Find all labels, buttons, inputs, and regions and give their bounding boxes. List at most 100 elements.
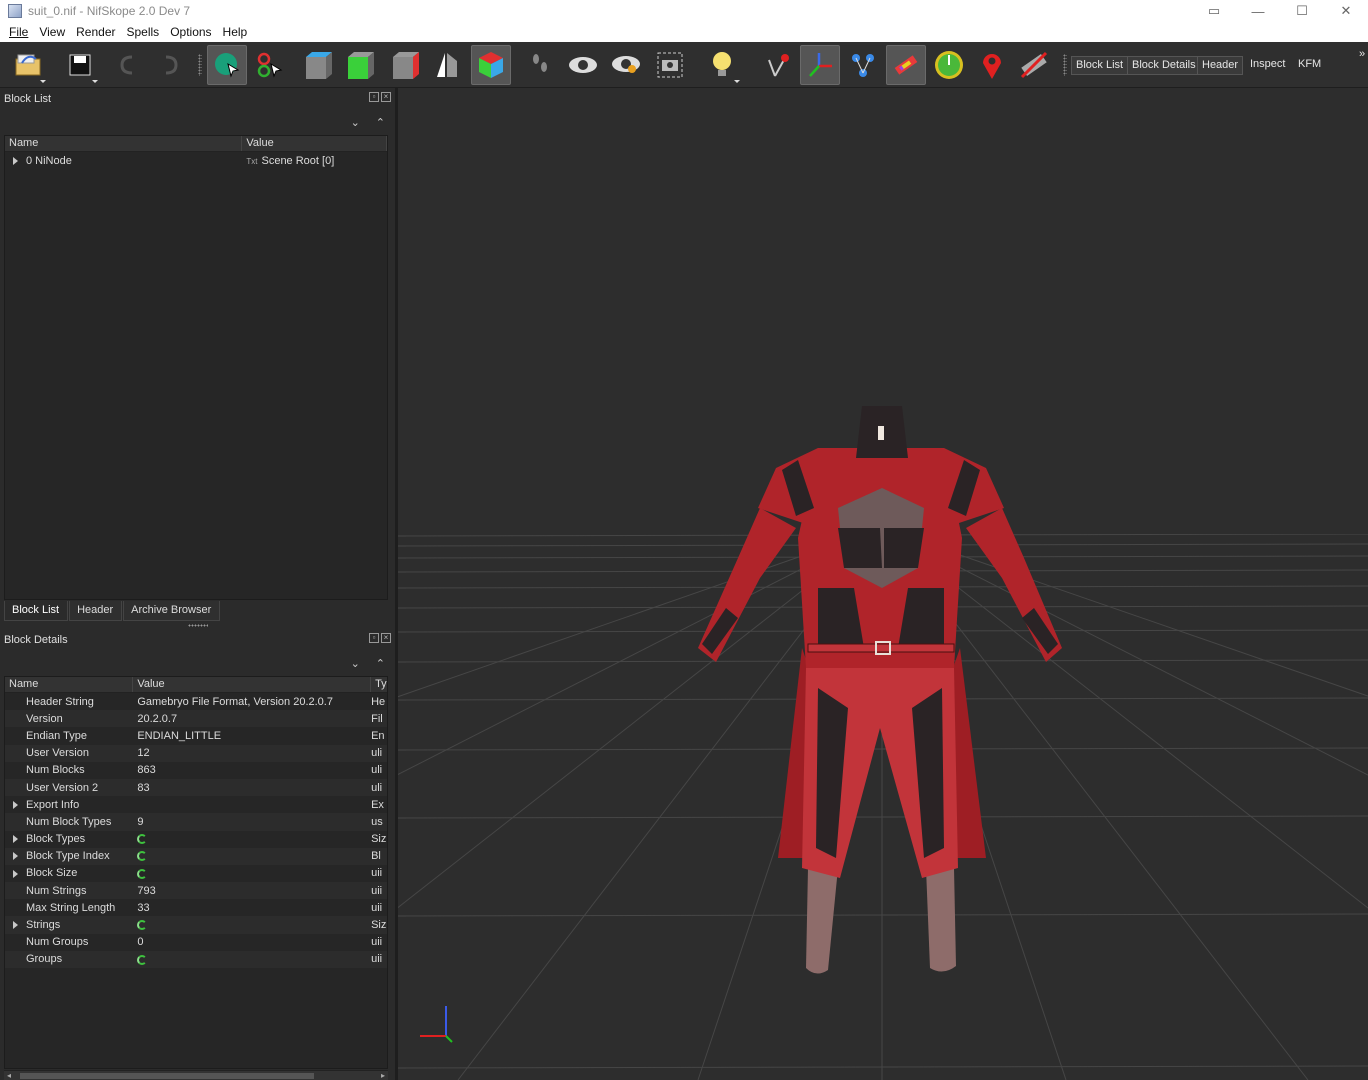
toolbar-grip-2[interactable]: [1063, 54, 1067, 76]
column-type[interactable]: Ty: [371, 677, 387, 692]
field-value[interactable]: 0: [137, 936, 143, 948]
table-row[interactable]: Endian Type ENDIAN_LITTLE En: [5, 727, 387, 745]
horizontal-scrollbar[interactable]: ◂ ▸: [4, 1070, 388, 1080]
visibility-icon[interactable]: [563, 45, 603, 85]
toolbar-inspect-button[interactable]: Inspect: [1246, 56, 1289, 75]
axes-pin-icon[interactable]: [758, 45, 798, 85]
table-row[interactable]: Max String Length 33 uii: [5, 899, 387, 917]
view-side-icon[interactable]: [385, 45, 425, 85]
expand-arrow-icon[interactable]: [13, 835, 18, 844]
column-name[interactable]: Name: [5, 136, 243, 151]
refresh-icon[interactable]: [137, 920, 148, 931]
expand-arrow-icon[interactable]: [13, 800, 18, 809]
field-value[interactable]: 83: [137, 782, 149, 794]
save-icon[interactable]: [60, 45, 100, 85]
table-row[interactable]: Strings Siz: [5, 916, 387, 934]
close-icon[interactable]: ×: [381, 633, 391, 643]
table-row[interactable]: User Version 2 83 uli: [5, 778, 387, 797]
toolbar-kfm-button[interactable]: KFM: [1294, 56, 1325, 75]
table-row[interactable]: Version 20.2.0.7 Fil: [5, 710, 387, 728]
menu-file[interactable]: File: [4, 25, 34, 39]
table-row[interactable]: Num Blocks 863 uli: [5, 761, 387, 779]
column-name[interactable]: Name: [5, 677, 134, 692]
view-flip-icon[interactable]: [427, 45, 467, 85]
field-value[interactable]: 20.2.0.7: [137, 713, 177, 725]
table-row[interactable]: Num Strings 793 uii: [5, 882, 387, 900]
field-value[interactable]: 12: [137, 747, 149, 759]
table-row[interactable]: Header String Gamebryo File Format, Versi…: [5, 693, 387, 711]
dock-resize-grip[interactable]: [188, 624, 208, 627]
collapse-all-icon[interactable]: ⌄: [351, 116, 360, 129]
expand-arrow-icon[interactable]: [13, 921, 18, 930]
tab-block-list[interactable]: Block List: [4, 601, 69, 621]
maximize-button[interactable]: ☐: [1280, 0, 1324, 22]
compass-icon[interactable]: [929, 45, 969, 85]
menu-view[interactable]: View: [34, 25, 71, 39]
minimize-button[interactable]: —: [1236, 0, 1280, 22]
menu-options[interactable]: Options: [165, 25, 217, 39]
open-icon[interactable]: [8, 45, 48, 85]
field-value[interactable]: 793: [137, 885, 155, 897]
menu-render[interactable]: Render: [71, 25, 121, 39]
light-icon[interactable]: [702, 45, 742, 85]
scroll-left-icon[interactable]: ◂: [7, 1071, 11, 1080]
axes-icon[interactable]: [800, 45, 840, 85]
tab-header[interactable]: Header: [69, 601, 123, 621]
refresh-icon[interactable]: [137, 868, 148, 879]
toolbar-overflow-icon[interactable]: »: [1355, 46, 1368, 65]
column-value[interactable]: Value: [133, 677, 372, 692]
restore-layout-icon[interactable]: ▭: [1192, 0, 1236, 22]
toolbar-header-button[interactable]: Header: [1197, 56, 1244, 75]
column-value[interactable]: Value: [242, 136, 387, 151]
float-icon[interactable]: ▫: [369, 633, 379, 643]
skeleton-icon[interactable]: [886, 45, 926, 85]
screenshot-icon[interactable]: [650, 45, 690, 85]
field-value[interactable]: 9: [137, 816, 143, 828]
expand-all-icon[interactable]: ⌃: [376, 657, 385, 670]
table-row[interactable]: Export Info Ex: [5, 796, 387, 814]
table-row[interactable]: Num Groups 0 uii: [5, 933, 387, 951]
table-row[interactable]: Block Size uii: [5, 864, 387, 883]
collapse-all-icon[interactable]: ⌄: [351, 657, 360, 670]
table-row[interactable]: Block Type Index Bl: [5, 847, 387, 865]
3d-viewport[interactable]: [398, 88, 1368, 1080]
walk-icon[interactable]: [520, 45, 560, 85]
disable-icon[interactable]: [1014, 45, 1054, 85]
table-row[interactable]: Num Block Types 9 us: [5, 813, 387, 831]
close-icon[interactable]: ×: [381, 92, 391, 102]
table-row[interactable]: User Version 12 uli: [5, 744, 387, 762]
hide-icon[interactable]: [606, 45, 646, 85]
refresh-icon[interactable]: [137, 954, 148, 965]
table-row[interactable]: Groups uii: [5, 950, 387, 968]
field-value[interactable]: Gamebryo File Format, Version 20.2.0.7: [137, 696, 333, 708]
expand-arrow-icon[interactable]: [13, 869, 18, 878]
select-icon[interactable]: [207, 45, 247, 85]
undo-icon[interactable]: [108, 45, 148, 85]
scroll-right-icon[interactable]: ▸: [381, 1071, 385, 1080]
nodes-icon[interactable]: [843, 45, 883, 85]
field-value[interactable]: 863: [137, 764, 155, 776]
float-icon[interactable]: ▫: [369, 92, 379, 102]
view-perspective-icon[interactable]: [471, 45, 511, 85]
redo-icon[interactable]: [150, 45, 190, 85]
menu-spells[interactable]: Spells: [122, 25, 166, 39]
tab-archive-browser[interactable]: Archive Browser: [123, 601, 221, 621]
select-object-icon[interactable]: [250, 45, 290, 85]
menu-help[interactable]: Help: [218, 25, 254, 39]
field-value[interactable]: 33: [137, 902, 149, 914]
marker-icon[interactable]: [972, 45, 1012, 85]
table-row[interactable]: 0 NiNode Txt Scene Root [0]: [5, 152, 387, 170]
refresh-icon[interactable]: [137, 851, 148, 862]
field-value[interactable]: ENDIAN_LITTLE: [137, 730, 221, 742]
refresh-icon[interactable]: [137, 834, 148, 845]
view-front-icon[interactable]: [340, 45, 380, 85]
view-top-icon[interactable]: [298, 45, 338, 85]
toolbar-block-details-button[interactable]: Block Details: [1127, 56, 1201, 75]
toolbar-block-list-button[interactable]: Block List: [1071, 56, 1129, 75]
expand-arrow-icon[interactable]: [13, 852, 18, 861]
toolbar-grip[interactable]: [198, 54, 202, 76]
close-button[interactable]: ✕: [1324, 0, 1368, 22]
scrollbar-thumb[interactable]: [20, 1073, 314, 1079]
expand-all-icon[interactable]: ⌃: [376, 116, 385, 129]
table-row[interactable]: Block Types Siz: [5, 830, 387, 848]
